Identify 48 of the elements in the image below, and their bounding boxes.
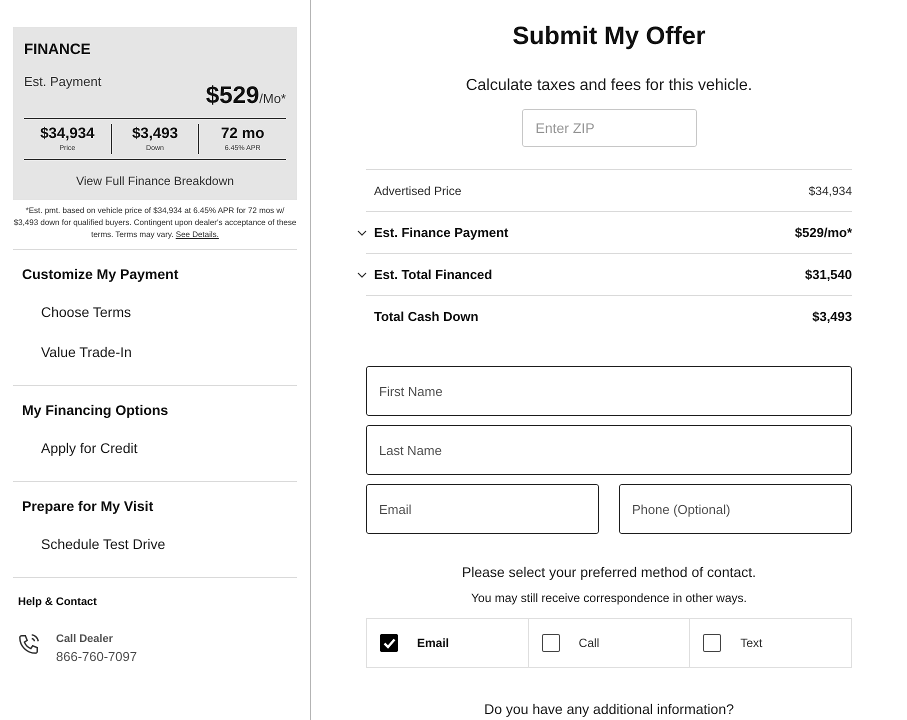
- breakdown-link[interactable]: View Full Finance Breakdown: [76, 172, 234, 190]
- check-icon: [382, 638, 396, 648]
- chevron-icon[interactable]: [357, 272, 367, 278]
- summary-label: Est. Total Financed: [374, 266, 492, 284]
- additional-prompt: Do you have any additional information?: [484, 700, 734, 719]
- summary-value: $529/mo*: [794, 224, 852, 242]
- phone-number[interactable]: 866-760-7097: [56, 647, 137, 666]
- summary-label: Total Cash Down: [374, 308, 478, 326]
- sidebar-item[interactable]: Schedule Test Drive: [41, 536, 166, 552]
- checkbox[interactable]: [703, 634, 722, 652]
- checkbox[interactable]: [542, 634, 560, 652]
- contact-note: You may still receive correspondence in other ways.: [471, 590, 747, 607]
- contact-option[interactable]: Text: [689, 619, 852, 667]
- sidebar-item[interactable]: Choose Terms: [41, 304, 132, 320]
- contact-option[interactable]: Call: [528, 619, 690, 667]
- phone-field[interactable]: Phone (Optional): [619, 484, 852, 534]
- section-heading: Prepare for My Visit: [22, 497, 154, 516]
- summary-label: Advertised Price: [374, 182, 462, 200]
- payment-amount: $529: [206, 80, 260, 110]
- disclaimer-text: *Est. pmt. based on vehicle price of $34,934 at 6.45% APR for 72 mos w/ $3,493 down for qualified buyers. Contingent upon dealer's acceptance of these terms. Terms may vary. See Details.: [13, 205, 297, 241]
- help-heading: Help & Contact: [18, 595, 98, 610]
- section-heading: Customize My Payment: [22, 265, 180, 284]
- summary-value: $31,540: [805, 266, 852, 284]
- stat-value: $34,934: [40, 124, 94, 144]
- contact-label: Call Dealer: [56, 632, 114, 646]
- sidebar-item[interactable]: Value Trade-In: [41, 344, 132, 360]
- chevron-icon[interactable]: [357, 230, 367, 236]
- subtitle: Calculate taxes and fees for this vehicle.: [466, 76, 752, 96]
- summary-label: Est. Finance Payment: [374, 224, 508, 242]
- summary-value: $34,934: [808, 182, 852, 200]
- summary-value: $3,493: [812, 308, 852, 326]
- card-title: FINANCE: [24, 40, 92, 60]
- first-name-field[interactable]: First Name: [366, 366, 852, 416]
- last-name-field[interactable]: Last Name: [366, 425, 852, 475]
- payment-unit: /Mo*: [259, 90, 286, 108]
- email-field[interactable]: Email: [366, 484, 599, 534]
- page-title: Submit My Offer: [512, 21, 706, 52]
- payment-label: Est. Payment: [24, 72, 102, 91]
- phone-icon: [18, 632, 40, 654]
- stat-value: $3,493: [132, 124, 178, 144]
- zip-field[interactable]: Enter ZIP: [522, 108, 696, 147]
- checkbox[interactable]: [380, 634, 398, 652]
- contact-option[interactable]: Email: [367, 619, 528, 667]
- sidebar-item[interactable]: Apply for Credit: [41, 440, 138, 456]
- stat-value: 72 mo: [221, 124, 264, 144]
- contact-prompt: Please select your preferred method of contact.: [462, 563, 756, 582]
- see-details-link[interactable]: See Details.: [176, 230, 219, 239]
- section-heading: My Financing Options: [22, 401, 170, 420]
